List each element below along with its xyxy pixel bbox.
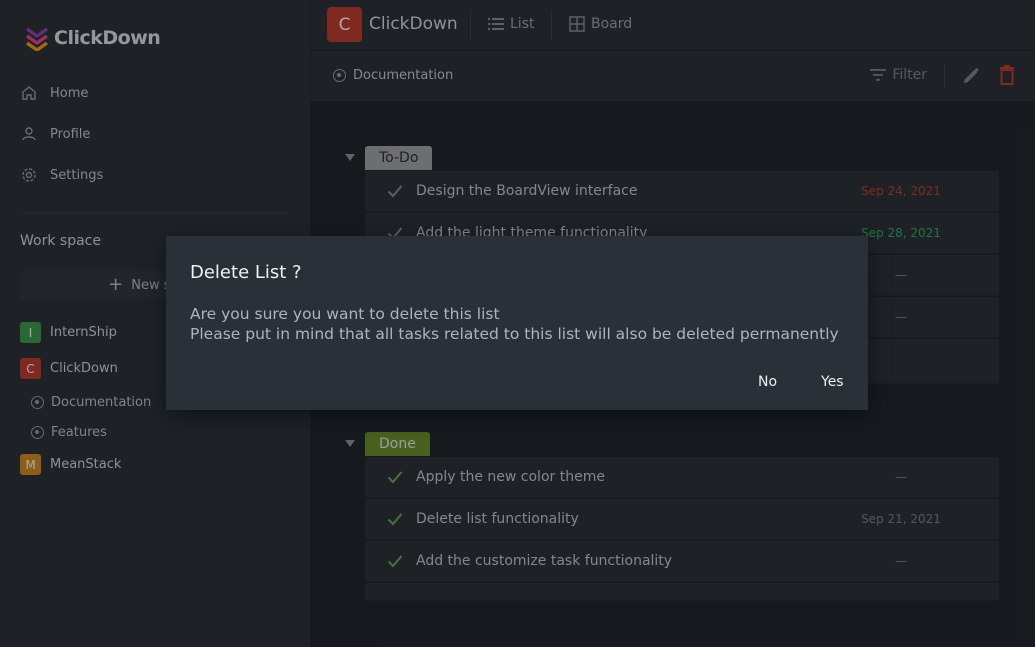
- dialog-title: Delete List ?: [190, 262, 302, 283]
- delete-list-dialog: Delete List ? Are you sure you want to d…: [166, 236, 868, 410]
- dialog-message: Are you sure you want to delete this lis…: [190, 304, 839, 344]
- dialog-message-line: Please put in mind that all tasks relate…: [190, 325, 839, 343]
- yes-button[interactable]: Yes: [821, 374, 844, 390]
- no-button[interactable]: No: [758, 374, 777, 390]
- dialog-message-line: Are you sure you want to delete this lis…: [190, 305, 500, 323]
